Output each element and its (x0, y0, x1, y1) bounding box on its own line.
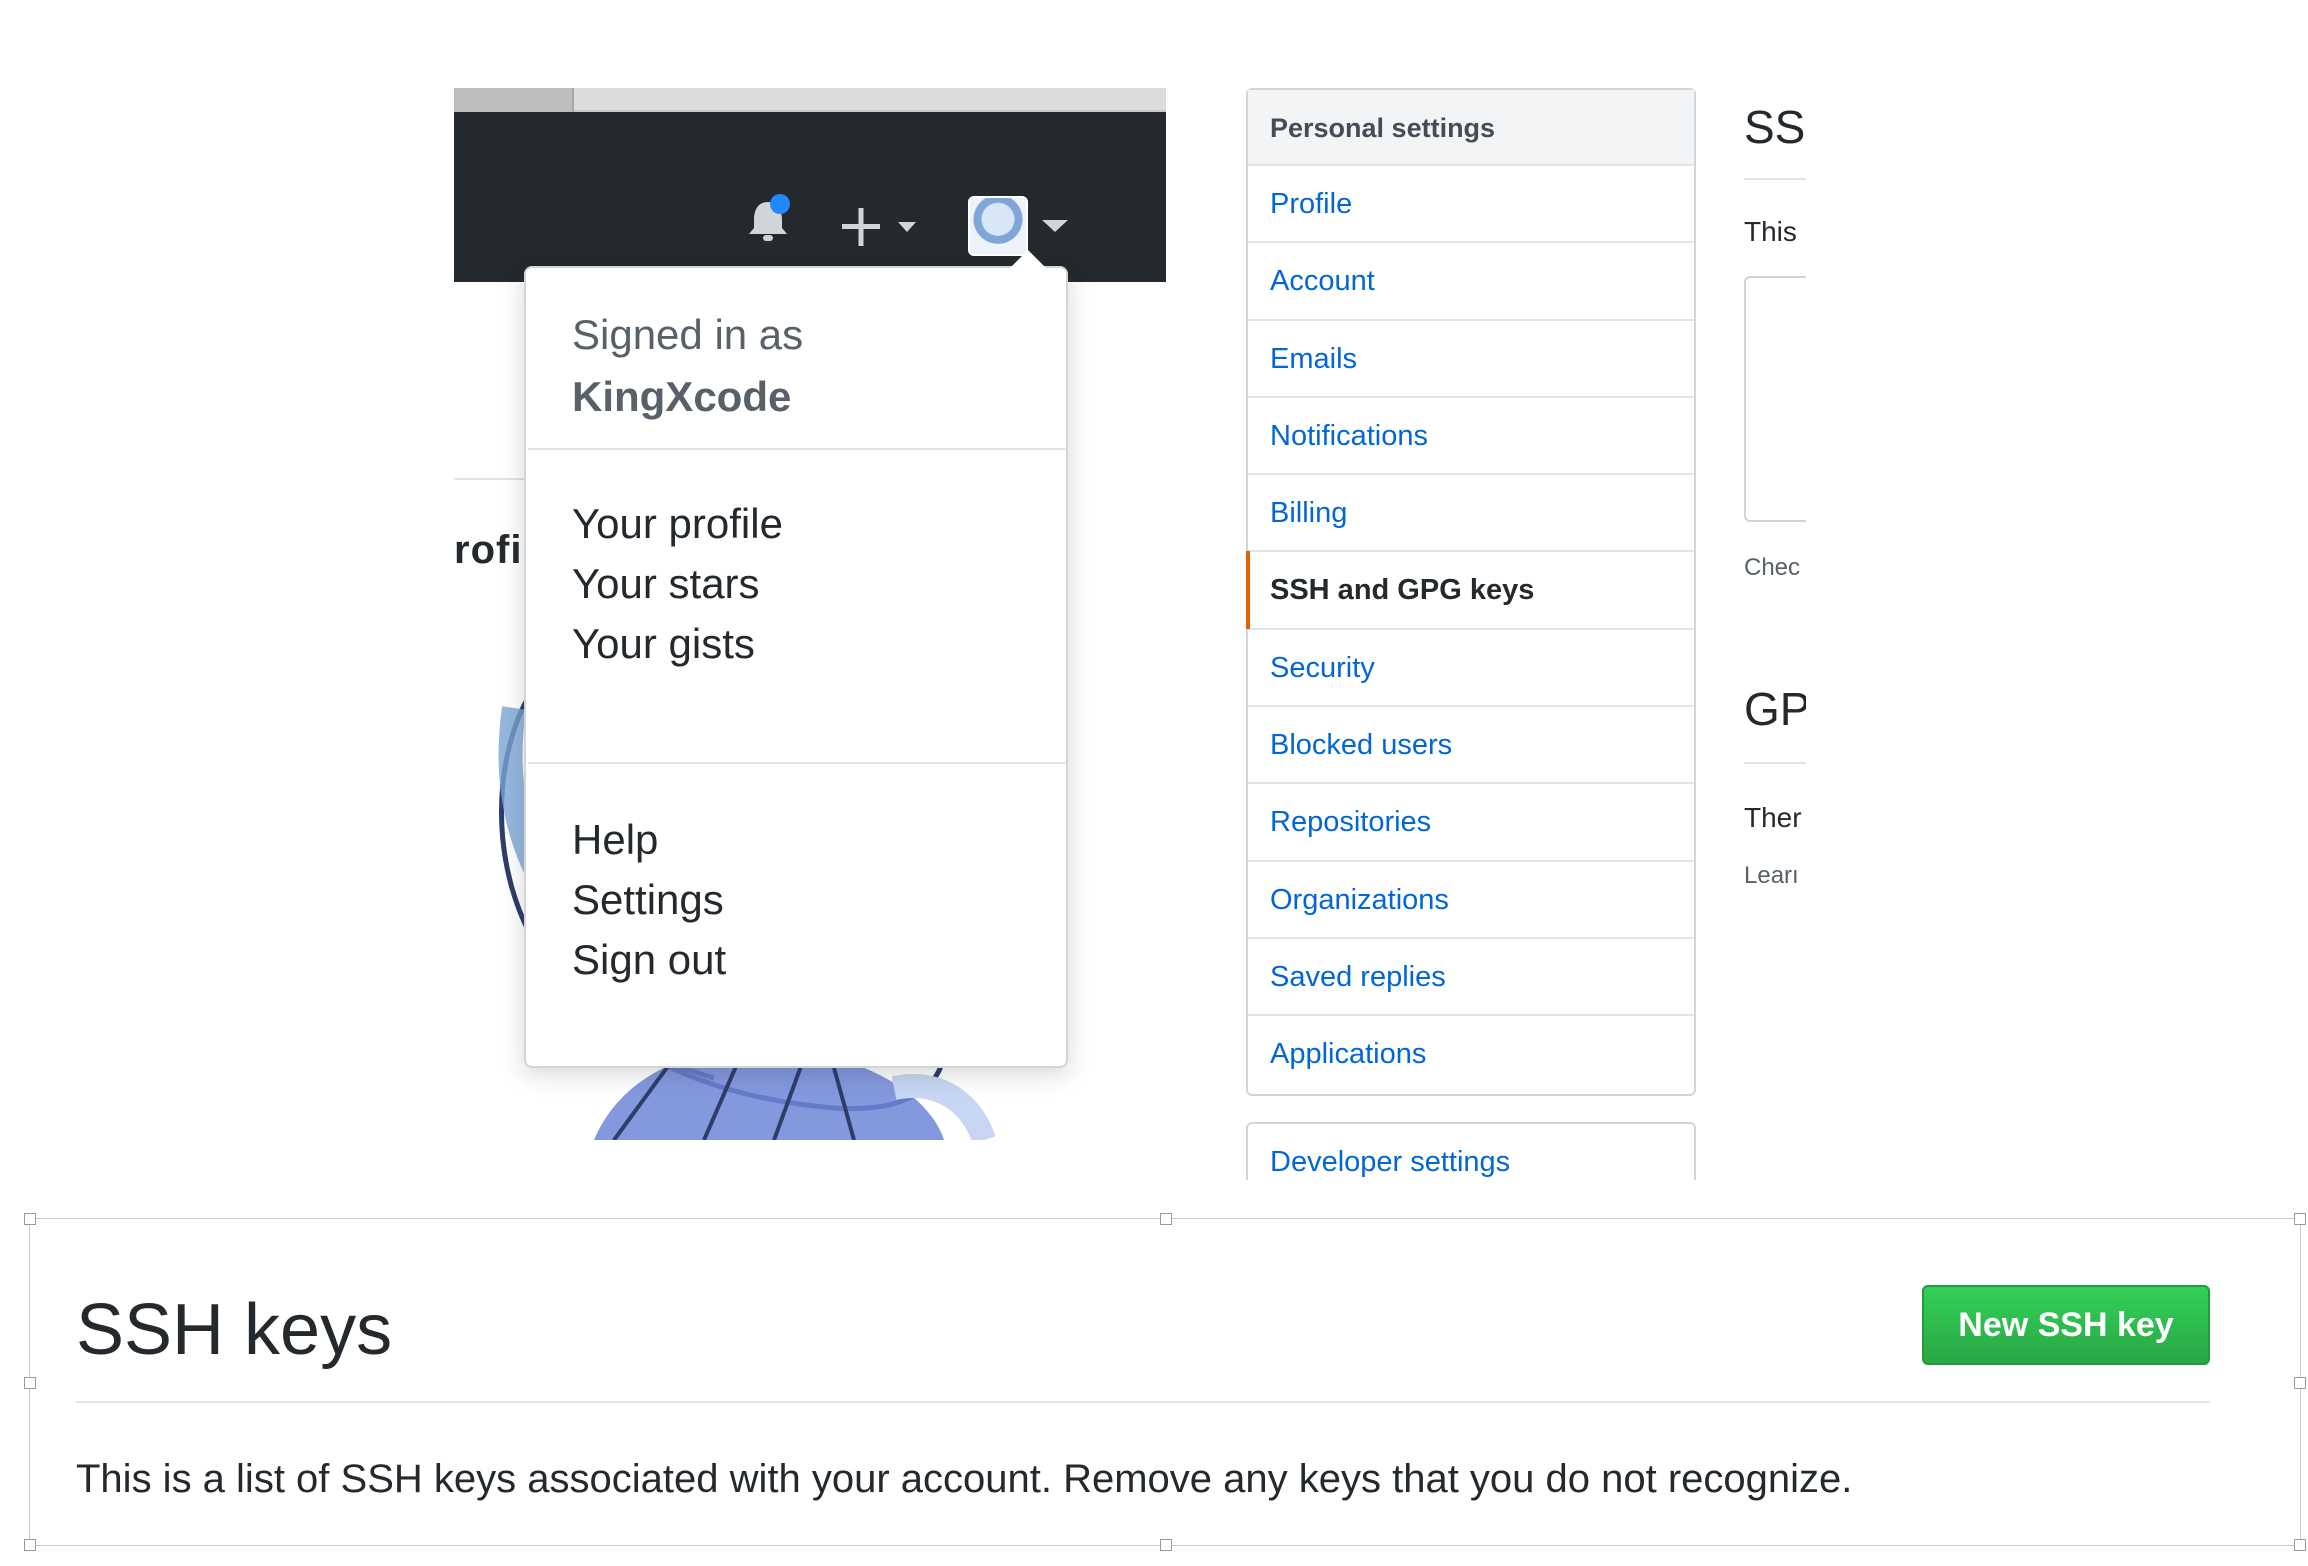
sidebar-item-organizations[interactable]: Organizations (1248, 862, 1694, 939)
section-divider (1744, 178, 1806, 180)
sidebar-item-account[interactable]: Account (1248, 243, 1694, 321)
cropped-main-content: SS This Chec GP Ther Learı (1744, 88, 1806, 1180)
sidebar-item-ssh-gpg-keys[interactable]: SSH and GPG keys (1246, 551, 1694, 630)
gpg-section-text: Ther (1744, 802, 1802, 833)
ssh-keys-description: This is a list of SSH keys associated wi… (76, 1457, 1853, 1501)
sidebar-item-security[interactable]: Security (1248, 630, 1694, 708)
signed-in-label: Signed in as (572, 311, 804, 358)
gpg-section-heading: GP (1744, 683, 1806, 735)
resize-handle[interactable] (2294, 1539, 2306, 1551)
new-ssh-key-button[interactable]: New SSH key (1922, 1285, 2210, 1365)
site-header (454, 112, 1166, 282)
chevron-down-icon (1042, 220, 1068, 232)
menu-item-sign-out[interactable]: Sign out (572, 930, 726, 990)
plus-icon (842, 208, 880, 246)
sidebar-item-saved-replies[interactable]: Saved replies (1248, 939, 1694, 1017)
browser-tab[interactable] (454, 88, 574, 112)
learn-link[interactable]: Learı (1744, 862, 1799, 890)
sidebar-item-profile[interactable]: Profile (1248, 166, 1694, 244)
resize-handle[interactable] (2294, 1213, 2306, 1225)
ssh-section-heading: SS (1744, 101, 1806, 153)
chevron-down-icon (898, 222, 916, 232)
menu-item-your-gists[interactable]: Your gists (572, 614, 755, 674)
notification-dot (770, 194, 790, 214)
settings-menu: Personal settings Profile Account Emails… (1246, 88, 1696, 1096)
menu-item-your-profile[interactable]: Your profile (572, 494, 783, 554)
settings-screenshot: Personal settings Profile Account Emails… (1246, 88, 1806, 1180)
menu-heading: Personal settings (1248, 90, 1694, 166)
dropdown-divider (528, 762, 1066, 764)
resize-handle[interactable] (1160, 1539, 1172, 1551)
resize-handle[interactable] (1160, 1213, 1172, 1225)
dropdown-divider (528, 448, 1066, 450)
username: KingXcode (572, 373, 792, 420)
menu-item-your-stars[interactable]: Your stars (572, 554, 760, 614)
ssh-keys-panel: SSH keys New SSH key This is a list of S… (24, 1213, 2306, 1551)
sidebar-item-notifications[interactable]: Notifications (1248, 398, 1694, 476)
sidebar-item-developer-settings[interactable]: Developer settings (1246, 1122, 1696, 1180)
browser-tab-strip (454, 88, 1166, 112)
signed-in-header: Signed in as KingXcode (572, 304, 803, 428)
menu-item-settings[interactable]: Settings (572, 870, 724, 930)
ssh-section-text: This (1744, 216, 1797, 247)
resize-handle[interactable] (2294, 1377, 2306, 1389)
sidebar-item-repositories[interactable]: Repositories (1248, 784, 1694, 862)
sidebar-item-billing[interactable]: Billing (1248, 475, 1694, 553)
page-title: SSH keys (76, 1290, 393, 1370)
sidebar-item-emails[interactable]: Emails (1248, 321, 1694, 398)
title-divider (76, 1401, 2210, 1403)
user-dropdown-menu: Signed in as KingXcode Your profile Your… (524, 250, 1068, 1068)
ssh-key-box (1744, 276, 1806, 522)
user-menu-screenshot: rofil Signed in as KingXcode Your profil… (454, 88, 1166, 1140)
profile-heading-fragment: rofil (454, 528, 535, 572)
check-text: Chec (1744, 554, 1801, 581)
sidebar-item-blocked-users[interactable]: Blocked users (1248, 707, 1694, 785)
menu-item-help[interactable]: Help (572, 810, 658, 870)
avatar (968, 196, 1028, 256)
resize-handle[interactable] (24, 1213, 36, 1225)
resize-handle[interactable] (24, 1377, 36, 1389)
resize-handle[interactable] (24, 1539, 36, 1551)
create-new-button[interactable] (840, 202, 928, 252)
section-divider (1744, 762, 1806, 764)
bell-icon[interactable] (744, 194, 792, 246)
sidebar-item-applications[interactable]: Applications (1248, 1016, 1694, 1093)
dropdown-caret (1010, 250, 1046, 268)
